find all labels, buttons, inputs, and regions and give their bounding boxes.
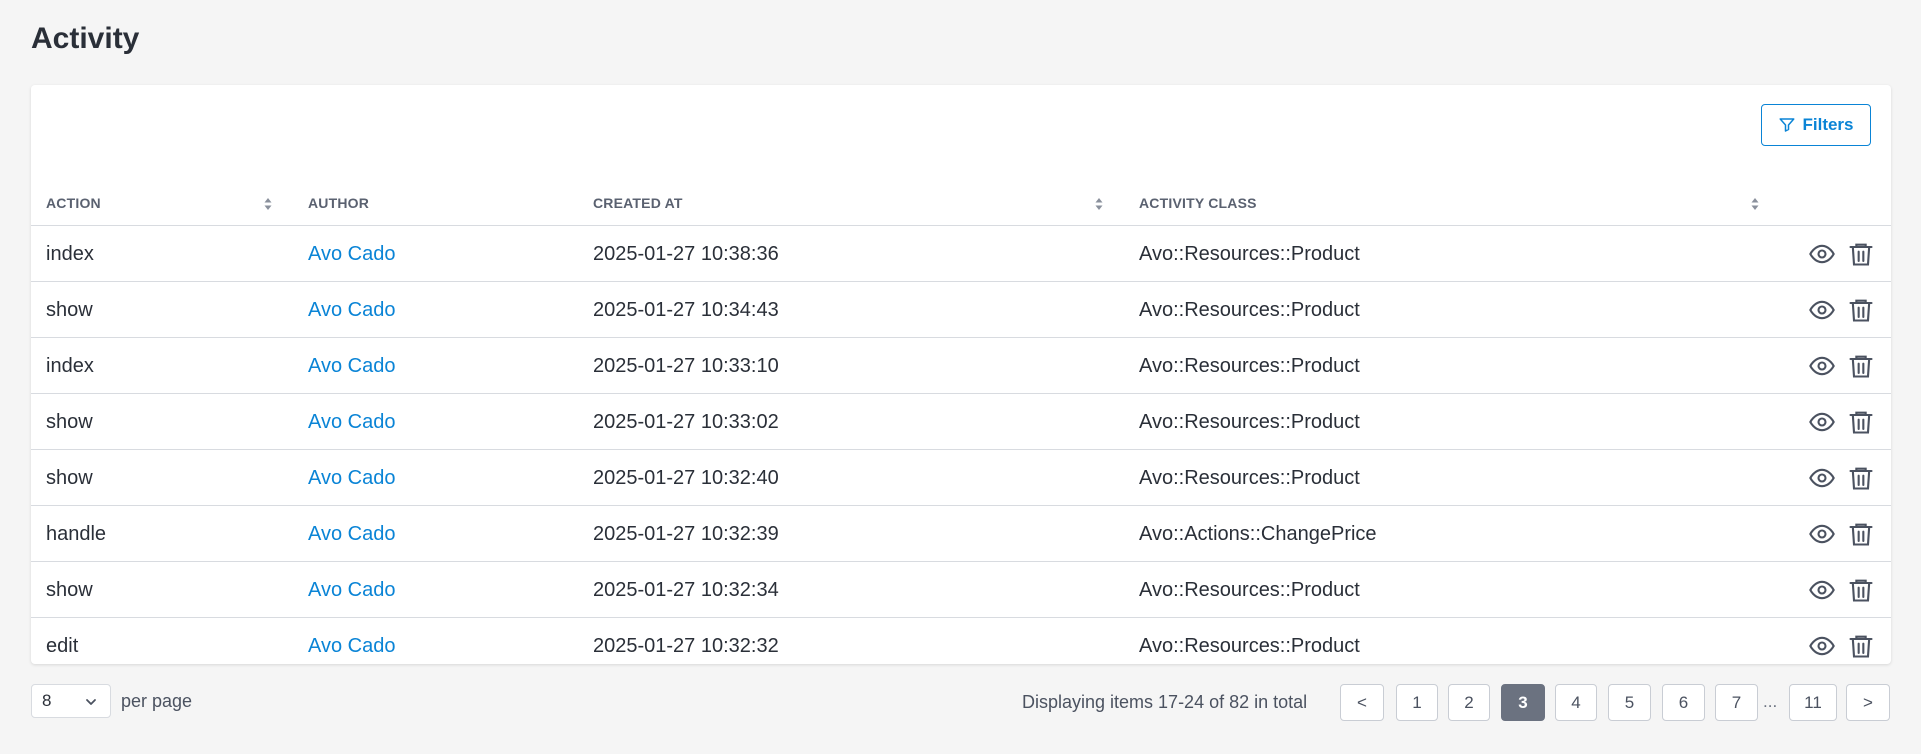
table-row[interactable]: show Avo Cado 2025-01-27 10:34:43 Avo::R… [31,282,1891,338]
author-link[interactable]: Avo Cado [308,338,395,394]
column-header-action[interactable]: ACTION [46,181,101,225]
per-page-select[interactable]: 8 [31,684,111,718]
trash-icon[interactable] [1847,464,1875,492]
column-header-activity-class[interactable]: ACTIVITY CLASS [1139,181,1257,225]
cell-created-at: 2025-01-27 10:32:34 [593,578,779,601]
row-actions [1808,226,1875,282]
table-row[interactable]: edit Avo Cado 2025-01-27 10:32:32 Avo::R… [31,618,1891,674]
eye-icon[interactable] [1808,296,1836,324]
filter-icon [1779,118,1795,132]
table-row[interactable]: show Avo Cado 2025-01-27 10:32:34 Avo::R… [31,562,1891,618]
cell-created-at: 2025-01-27 10:33:02 [593,410,779,433]
next-page-button[interactable]: > [1846,684,1890,721]
cell-activity-class: Avo::Resources::Product [1139,466,1360,489]
table-row[interactable]: index Avo Cado 2025-01-27 10:38:36 Avo::… [31,226,1891,282]
cell-activity-class: Avo::Resources::Product [1139,298,1360,321]
filters-button-label: Filters [1802,115,1854,134]
author-link[interactable]: Avo Cado [308,450,395,506]
trash-icon[interactable] [1847,408,1875,436]
cell-activity-class: Avo::Actions::ChangePrice [1139,522,1377,545]
trash-icon[interactable] [1847,296,1875,324]
eye-icon[interactable] [1808,632,1836,660]
page-button-6[interactable]: 6 [1662,684,1705,721]
eye-icon[interactable] [1808,464,1836,492]
trash-icon[interactable] [1847,520,1875,548]
author-link[interactable]: Avo Cado [308,282,395,338]
cell-activity-class: Avo::Resources::Product [1139,354,1360,377]
sort-icon[interactable] [1749,195,1761,213]
activity-table-card: Filters ACTION AUTHOR CREATED AT ACTIVIT… [31,85,1891,664]
table-row[interactable]: index Avo Cado 2025-01-27 10:33:10 Avo::… [31,338,1891,394]
row-actions [1808,282,1875,338]
eye-icon[interactable] [1808,352,1836,380]
cell-created-at: 2025-01-27 10:32:39 [593,522,779,545]
cell-action: show [46,578,93,601]
trash-icon[interactable] [1847,576,1875,604]
row-actions [1808,562,1875,618]
row-actions [1808,618,1875,674]
author-link[interactable]: Avo Cado [308,226,395,282]
cell-action: show [46,298,93,321]
eye-icon[interactable] [1808,240,1836,268]
trash-icon[interactable] [1847,632,1875,660]
page-button-2[interactable]: 2 [1448,684,1490,721]
chevron-down-icon [86,699,96,705]
cell-created-at: 2025-01-27 10:34:43 [593,298,779,321]
column-header-author: AUTHOR [308,195,370,211]
cell-action: show [46,410,93,433]
cell-activity-class: Avo::Resources::Product [1139,634,1360,657]
trash-icon[interactable] [1847,352,1875,380]
sort-icon[interactable] [262,195,274,213]
cell-activity-class: Avo::Resources::Product [1139,242,1360,265]
cell-action: index [46,354,94,377]
prev-page-button[interactable]: < [1340,684,1384,721]
pagination-bar: 8 per page Displaying items 17-24 of 82 … [31,684,1891,721]
row-actions [1808,506,1875,562]
cell-action: handle [46,522,107,545]
filters-button[interactable]: Filters [1761,104,1871,146]
cell-activity-class: Avo::Resources::Product [1139,578,1360,601]
cell-action: edit [46,634,79,657]
column-header-created-at[interactable]: CREATED AT [593,181,683,225]
per-page-value: 8 [42,691,52,710]
author-link[interactable]: Avo Cado [308,394,395,450]
author-link[interactable]: Avo Cado [308,562,395,618]
eye-icon[interactable] [1808,408,1836,436]
page-button-3-current[interactable]: 3 [1501,684,1545,721]
author-link[interactable]: Avo Cado [308,618,395,674]
cell-activity-class: Avo::Resources::Product [1139,410,1360,433]
author-link[interactable]: Avo Cado [308,506,395,562]
cell-action: show [46,466,93,489]
table-row[interactable]: show Avo Cado 2025-01-27 10:32:40 Avo::R… [31,450,1891,506]
trash-icon[interactable] [1847,240,1875,268]
sort-icon[interactable] [1093,195,1105,213]
row-actions [1808,450,1875,506]
page-button-4[interactable]: 4 [1555,684,1597,721]
eye-icon[interactable] [1808,576,1836,604]
eye-icon[interactable] [1808,520,1836,548]
cell-created-at: 2025-01-27 10:38:36 [593,242,779,265]
page-button-1[interactable]: 1 [1396,684,1438,721]
row-actions [1808,338,1875,394]
cell-created-at: 2025-01-27 10:33:10 [593,354,779,377]
cell-created-at: 2025-01-27 10:32:32 [593,634,779,657]
cell-created-at: 2025-01-27 10:32:40 [593,466,779,489]
row-actions [1808,394,1875,450]
page-button-5[interactable]: 5 [1608,684,1651,721]
page-button-11[interactable]: 11 [1789,684,1837,721]
pagination-ellipsis: ... [1763,692,1778,711]
per-page-label: per page [121,691,193,711]
pagination-info: Displaying items 17-24 of 82 in total [1022,692,1308,712]
table-row[interactable]: handle Avo Cado 2025-01-27 10:32:39 Avo:… [31,506,1891,562]
page-button-7[interactable]: 7 [1715,684,1758,721]
table-row[interactable]: show Avo Cado 2025-01-27 10:33:02 Avo::R… [31,394,1891,450]
page-title: Activity [31,22,140,55]
table-header: ACTION AUTHOR CREATED AT ACTIVITY CLASS [31,181,1891,226]
cell-action: index [46,242,94,265]
